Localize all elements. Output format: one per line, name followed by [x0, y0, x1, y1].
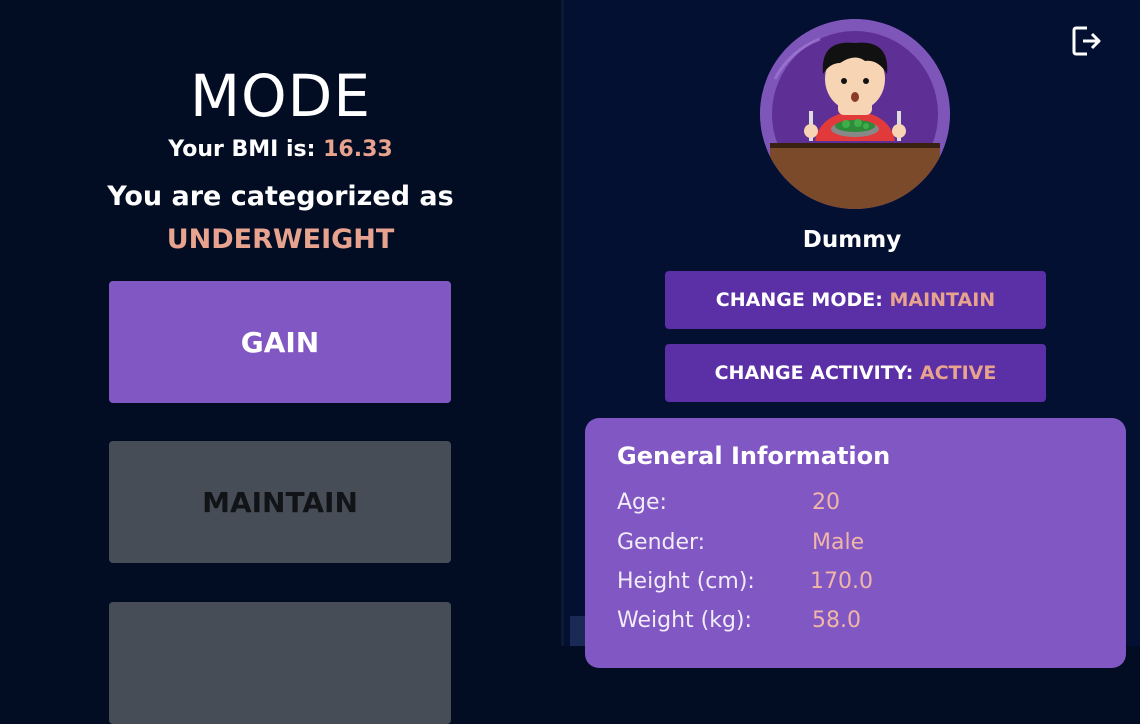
maintain-button[interactable]: MAINTAIN: [109, 441, 451, 563]
username: Dummy: [802, 227, 902, 253]
page-title: MODE: [189, 62, 371, 130]
bmi-value: 16.33: [323, 137, 393, 162]
general-info-card: General Information Age: 20 Gender: Male…: [585, 418, 1126, 668]
info-row-height: Height (cm): 170.0: [617, 569, 1097, 605]
bmi-label: Your BMI is:: [168, 137, 316, 162]
info-label: Weight (kg):: [617, 608, 752, 633]
scroll-track[interactable]: [570, 616, 586, 646]
change-activity-label: CHANGE ACTIVITY:: [714, 362, 914, 384]
info-row-gender: Gender: Male: [617, 530, 1097, 566]
info-value: 20: [812, 490, 840, 515]
category-label: You are categorized as: [107, 181, 454, 212]
info-row-age: Age: 20: [617, 490, 1097, 526]
info-value: Male: [812, 530, 865, 555]
change-activity-button[interactable]: CHANGE ACTIVITY: ACTIVE: [665, 344, 1046, 402]
change-mode-button[interactable]: CHANGE MODE: MAINTAIN: [665, 271, 1046, 329]
info-label: Gender:: [617, 530, 706, 555]
mode-panel: MODE Your BMI is: 16.33 You are categori…: [0, 0, 561, 724]
change-mode-value: MAINTAIN: [889, 289, 996, 311]
bmi-readout: Your BMI is: 16.33: [0, 137, 561, 162]
info-value: 58.0: [812, 608, 861, 633]
avatar: [760, 19, 950, 209]
category-value: UNDERWEIGHT: [166, 224, 395, 255]
gain-button[interactable]: GAIN: [109, 281, 451, 403]
change-mode-label: CHANGE MODE:: [715, 289, 883, 311]
general-info-title: General Information: [617, 442, 891, 470]
info-row-weight: Weight (kg): 58.0: [617, 608, 1097, 644]
change-activity-value: ACTIVE: [920, 362, 997, 384]
info-label: Age:: [617, 490, 667, 515]
info-value: 170.0: [810, 569, 873, 594]
lose-button[interactable]: [109, 602, 451, 724]
logout-icon[interactable]: [1070, 24, 1104, 58]
info-label: Height (cm):: [617, 569, 755, 594]
